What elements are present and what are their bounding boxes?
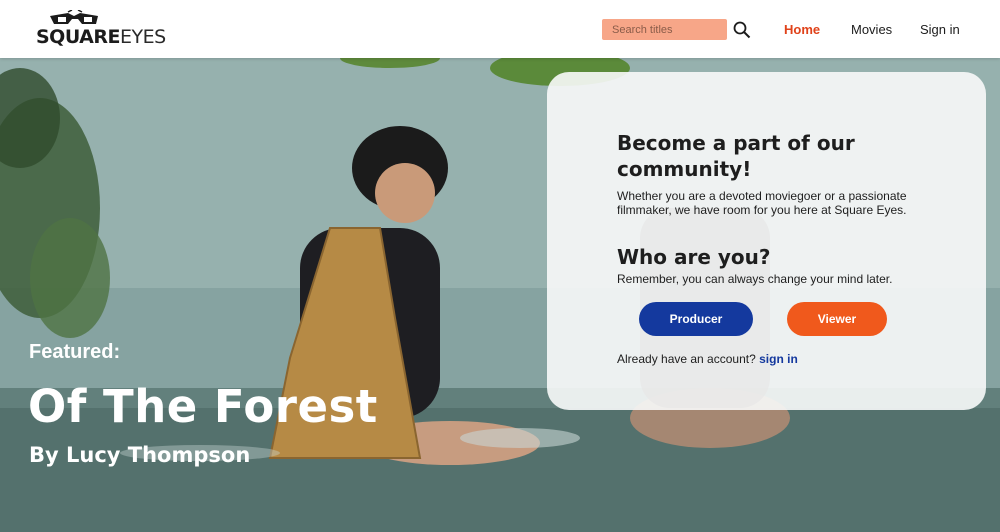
- card-subdescription: Remember, you can always change your min…: [617, 272, 893, 286]
- signin-prompt: Already have an account?: [617, 352, 756, 366]
- nav-movies-link[interactable]: Movies: [851, 22, 892, 37]
- site-header: SQUAREEYES Home Movies Sign in: [0, 0, 1000, 58]
- logo-word-bold: SQUARE: [36, 26, 121, 48]
- site-logo[interactable]: SQUAREEYES: [36, 10, 166, 50]
- featured-label: Featured:: [29, 341, 121, 363]
- signin-link[interactable]: sign in: [759, 352, 798, 366]
- nav-signin-link[interactable]: Sign in: [920, 22, 960, 37]
- featured-author: By Lucy Thompson: [29, 443, 251, 467]
- card-heading: Become a part of our community!: [617, 131, 855, 181]
- signin-prompt-line: Already have an account? sign in: [617, 352, 798, 366]
- nav-home-link[interactable]: Home: [784, 22, 820, 37]
- signup-card: Become a part of our community! Whether …: [547, 72, 986, 410]
- search-input[interactable]: [602, 19, 727, 40]
- search-icon[interactable]: [733, 21, 751, 39]
- logo-wordmark: SQUAREEYES: [36, 26, 166, 48]
- producer-button[interactable]: Producer: [639, 302, 753, 336]
- card-subheading: Who are you?: [617, 245, 771, 269]
- featured-title[interactable]: Of The Forest: [28, 380, 378, 433]
- hero-banner: Featured: Of The Forest By Lucy Thompson…: [0, 58, 1000, 532]
- viewer-button[interactable]: Viewer: [787, 302, 887, 336]
- card-description: Whether you are a devoted moviegoer or a…: [617, 189, 907, 217]
- logo-word-thin: EYES: [120, 26, 166, 48]
